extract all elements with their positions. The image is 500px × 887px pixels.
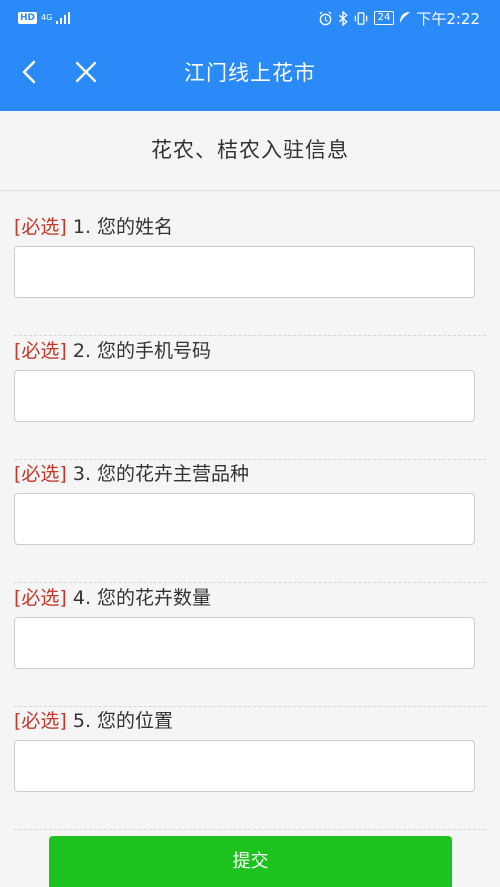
signal-icon [56,12,71,24]
required-tag: [必选] [14,340,67,362]
quantity-input[interactable] [14,617,475,669]
field-label-text: 2. 您的手机号码 [72,340,212,362]
variety-input[interactable] [14,493,475,545]
battery-indicator: 24 [373,11,395,25]
field-divider [14,829,486,830]
leaf-icon [400,12,411,23]
page-title: 江门线上花市 [184,61,316,85]
required-tag: [必选] [14,463,67,485]
hd-badge: HD [18,12,38,24]
field-label-text: 4. 您的花卉数量 [72,587,212,609]
name-input[interactable] [14,246,475,298]
required-tag: [必选] [14,216,67,238]
location-input[interactable] [14,740,475,792]
vibrate-icon [354,11,367,25]
nav-bar: 江门线上花市 [0,36,500,111]
status-time: 下午2:22 [416,9,480,28]
required-tag: [必选] [14,710,67,732]
field-label: [必选] 3. 您的花卉主营品种 [14,459,249,486]
alarm-icon [319,10,332,25]
network-label: 4G [41,13,53,22]
app-header: HD 4G 24 下午2:22 江门线上花市 [0,0,500,111]
submit-button[interactable]: 提交 [49,836,452,887]
field-label: [必选] 2. 您的手机号码 [14,336,211,363]
field-label-text: 3. 您的花卉主营品种 [72,463,250,485]
field-label: [必选] 4. 您的花卉数量 [14,583,211,610]
status-left: HD 4G [18,12,71,24]
field-label-text: 1. 您的姓名 [72,216,174,238]
required-tag: [必选] [14,587,67,609]
phone-input[interactable] [14,370,475,422]
status-bar: HD 4G 24 下午2:22 [0,0,500,36]
form-header: 花农、桔农入驻信息 [0,111,500,191]
field-label: [必选] 5. 您的位置 [14,706,173,733]
bluetooth-icon [338,10,348,26]
field-label-text: 5. 您的位置 [72,710,174,732]
status-right: 24 下午2:22 [318,8,480,29]
field-label: [必选] 1. 您的姓名 [14,212,173,239]
form-title: 花农、桔农入驻信息 [151,138,349,162]
